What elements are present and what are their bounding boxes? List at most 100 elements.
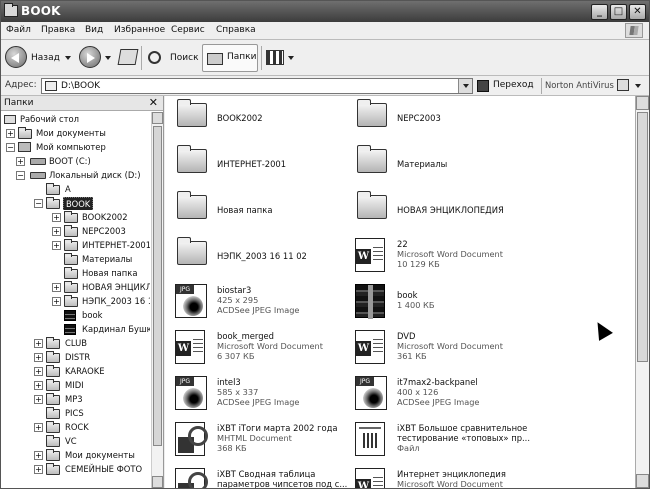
tree-item-my-computer[interactable]: − Мой компьютер — [4, 141, 150, 154]
folder-item[interactable]: BOOK2002 — [169, 98, 349, 138]
file-list-scrollbar[interactable] — [635, 96, 649, 488]
expand-icon[interactable]: + — [34, 367, 43, 376]
expand-icon[interactable]: + — [34, 395, 43, 404]
file-item[interactable]: W 22 Microsoft Word Document 10 129 КБ — [349, 236, 529, 276]
antivirus-icon[interactable] — [617, 79, 629, 91]
tree-item-desktop[interactable]: Рабочий стол — [4, 113, 150, 126]
expand-icon[interactable]: + — [6, 129, 15, 138]
tree-item-drive-d[interactable]: − Локальный диск (D:) — [4, 169, 150, 182]
scroll-down-button[interactable] — [152, 476, 163, 488]
file-item[interactable]: JPG biostar3 425 x 295 ACDSee JPEG Image — [169, 282, 349, 322]
tree-item-my-docs-d[interactable]: + Мои документы — [4, 449, 150, 462]
search-button[interactable]: Поиск — [146, 45, 199, 71]
collapse-icon[interactable]: − — [34, 199, 43, 208]
folder-item[interactable]: NEPC2003 — [349, 98, 529, 138]
views-button[interactable] — [266, 45, 296, 71]
tree-item-book2002[interactable]: + BOOK2002 — [4, 211, 150, 224]
tree-item-nepc2003[interactable]: + NEPC2003 — [4, 225, 150, 238]
chevron-down-icon[interactable] — [288, 56, 294, 60]
scroll-up-button[interactable] — [152, 112, 163, 124]
chevron-down-icon[interactable] — [635, 84, 641, 88]
scroll-thumb[interactable] — [153, 126, 162, 446]
tree-item-pics[interactable]: PICS — [4, 407, 150, 420]
file-item[interactable]: W DVD Microsoft Word Document 361 КБ — [349, 328, 529, 368]
folder-item[interactable]: ИНТЕРНЕТ-2001 — [169, 144, 349, 184]
tree-item-label: Мои документы — [65, 450, 135, 460]
folder-item[interactable]: НОВАЯ ЭНЦИКЛОПЕДИЯ — [349, 190, 529, 230]
tree-item-label: MP3 — [65, 394, 83, 404]
expand-icon[interactable]: + — [34, 465, 43, 474]
file-item[interactable]: book 1 400 КБ — [349, 282, 529, 322]
scroll-thumb[interactable] — [637, 112, 648, 362]
menu-help[interactable]: Справка — [216, 25, 256, 35]
tree-item-book-selected[interactable]: − BOOK — [4, 197, 150, 210]
expand-icon[interactable]: + — [34, 381, 43, 390]
expand-icon[interactable]: + — [52, 227, 61, 236]
file-item[interactable]: W Интернет энциклопедия Microsoft Word D… — [349, 466, 529, 488]
expand-icon[interactable]: + — [52, 241, 61, 250]
tree-item-book-archive[interactable]: book — [4, 309, 150, 322]
scroll-down-button[interactable] — [636, 474, 649, 488]
minimize-button[interactable]: _ — [591, 4, 608, 20]
norton-antivirus-label[interactable]: Norton AntiVirus — [545, 80, 614, 90]
tree-item-midi[interactable]: + MIDI — [4, 379, 150, 392]
title-bar[interactable]: BOOK _ □ ✕ — [1, 1, 649, 22]
folders-button[interactable]: Папки — [202, 44, 258, 72]
file-item[interactable]: iXBT Большое сравнительное тестирование … — [349, 420, 530, 460]
file-item[interactable]: JPG it7max2-backpanel 400 x 126 ACDSee J… — [349, 374, 529, 414]
file-item[interactable]: W book_merged Microsoft Word Document 6 … — [169, 328, 349, 368]
expand-icon[interactable]: + — [52, 297, 61, 306]
tree-item-family-photos[interactable]: + СЕМЕЙНЫЕ ФОТО — [4, 463, 150, 476]
go-button[interactable]: Переход — [477, 78, 539, 94]
address-input[interactable]: D:\BOOK — [41, 78, 473, 94]
tree-item-my-documents[interactable]: + Мои документы — [4, 127, 150, 140]
tree-item-kardinal[interactable]: Кардинал Бушкс — [4, 323, 150, 336]
maximize-button[interactable]: □ — [610, 4, 627, 20]
menu-tools[interactable]: Сервис — [171, 25, 205, 35]
chevron-down-icon[interactable] — [65, 56, 71, 60]
back-button[interactable]: Назад — [5, 45, 73, 71]
scroll-up-button[interactable] — [636, 96, 649, 110]
menu-file[interactable]: Файл — [6, 25, 31, 35]
expand-icon[interactable]: + — [34, 353, 43, 362]
file-item[interactable]: iXBT iТоги марта 2002 года MHTML Documen… — [169, 420, 349, 460]
expand-icon[interactable]: + — [52, 283, 61, 292]
tree-item-a[interactable]: A — [4, 183, 150, 196]
tree-item-distr[interactable]: + DISTR — [4, 351, 150, 364]
tree-item-mp3[interactable]: + MP3 — [4, 393, 150, 406]
tree-item-club[interactable]: + CLUB — [4, 337, 150, 350]
expand-icon[interactable]: + — [34, 423, 43, 432]
forward-button[interactable] — [79, 45, 113, 71]
tree-item-label: НЭПК_2003 16 1 — [82, 296, 150, 306]
menu-view[interactable]: Вид — [85, 25, 103, 35]
tree-item-drive-c[interactable]: + BOOT (C:) — [4, 155, 150, 168]
chevron-down-icon[interactable] — [105, 56, 111, 60]
file-item[interactable]: JPG intel3 585 x 337 ACDSee JPEG Image — [169, 374, 349, 414]
up-folder-icon[interactable] — [117, 49, 139, 65]
folder-item[interactable]: Новая папка — [169, 190, 349, 230]
tree-item-materials[interactable]: Материалы — [4, 253, 150, 266]
tree-item-nepk-2003[interactable]: + НЭПК_2003 16 1 — [4, 295, 150, 308]
expand-icon[interactable]: + — [34, 451, 43, 460]
tree-item-new-encyclopedia[interactable]: + НОВАЯ ЭНЦИКЛО — [4, 281, 150, 294]
expand-icon[interactable]: + — [16, 157, 25, 166]
tree-item-vc[interactable]: VC — [4, 435, 150, 448]
file-item[interactable]: iXBT Сводная таблица параметров чипсетов… — [169, 466, 349, 488]
folders-scrollbar[interactable] — [151, 112, 163, 488]
close-button[interactable]: ✕ — [629, 4, 646, 20]
tree-item-new-folder[interactable]: Новая папка — [4, 267, 150, 280]
folder-item[interactable]: Материалы — [349, 144, 529, 184]
menu-edit[interactable]: Правка — [41, 25, 75, 35]
expand-icon[interactable]: + — [34, 339, 43, 348]
folder-item[interactable]: НЭПК_2003 16 11 02 — [169, 236, 349, 276]
tree-item-karaoke[interactable]: + KARAOKE — [4, 365, 150, 378]
address-dropdown-button[interactable] — [458, 79, 472, 93]
tree-item-rock[interactable]: + ROCK — [4, 421, 150, 434]
menu-favorites[interactable]: Избранное — [114, 25, 165, 35]
collapse-icon[interactable]: − — [16, 171, 25, 180]
tree-item-internet-2001[interactable]: + ИНТЕРНЕТ-2001 — [4, 239, 150, 252]
expand-icon[interactable]: + — [52, 213, 61, 222]
close-icon[interactable]: ✕ — [149, 96, 158, 109]
collapse-icon[interactable]: − — [6, 143, 15, 152]
item-name: Новая папка — [217, 205, 273, 215]
